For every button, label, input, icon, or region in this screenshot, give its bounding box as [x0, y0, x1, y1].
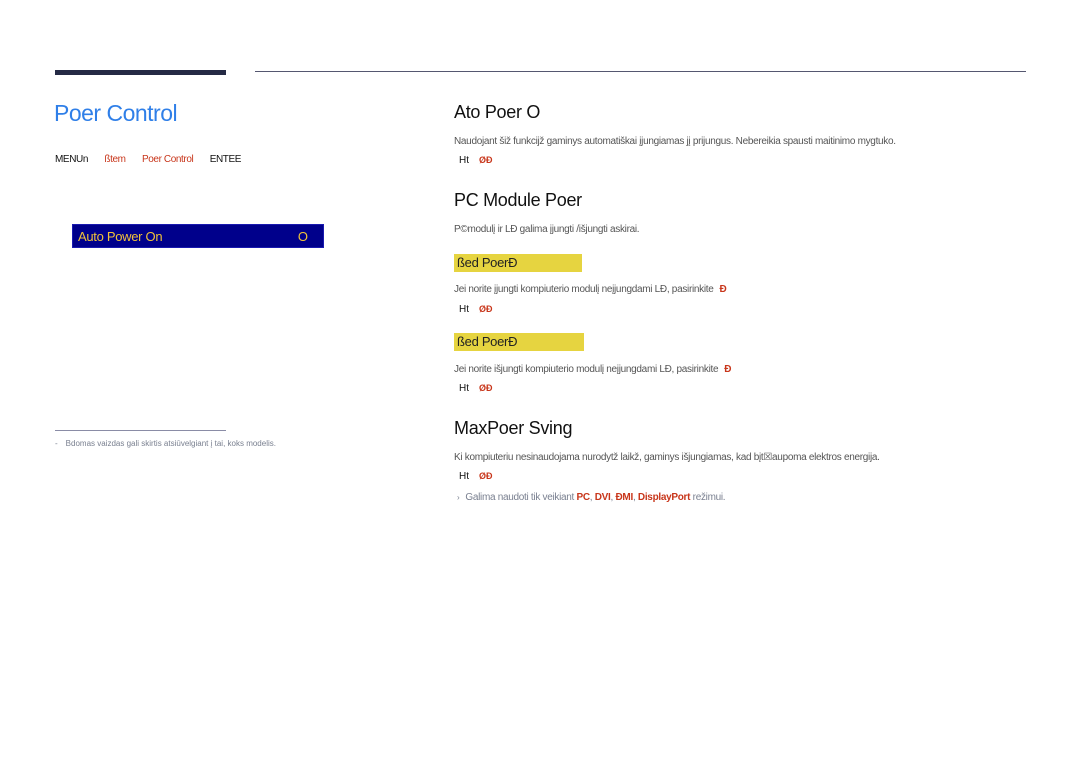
osd-menu-item-auto-power-on: Auto Power On O	[72, 224, 324, 248]
description-text: Jei norite išjungti kompiuterio modulį n…	[454, 364, 719, 375]
subsection-title-synced-power-off: ßed PoerÐ	[454, 333, 584, 351]
page-title: Poer Control	[54, 100, 178, 126]
subsection-title-synced-power-on: ßed PoerÐ	[454, 254, 582, 272]
auto-power-on-options: Ht ØĐ	[459, 155, 493, 166]
mode-dvi: DVI	[594, 492, 611, 503]
menu-path: MENUn ßtem Poer Control ENTEE	[55, 154, 255, 165]
selected-option: Ð	[719, 284, 727, 295]
description-text: Jei norite įjungti kompiuterio modulį ne…	[454, 284, 714, 295]
pc-module-power-description: P©modulį ir LÐ galima įjungti /išjungti …	[454, 224, 640, 235]
note-bullet: ›	[457, 493, 460, 502]
subsection-title-text: ßed PoerÐ	[457, 255, 518, 270]
synced-power-off-description: Jei norite išjungti kompiuterio modulį n…	[454, 364, 731, 375]
mode-pc: PC	[576, 492, 590, 503]
osd-value: O	[297, 229, 308, 244]
footnote-dash: -	[55, 439, 58, 448]
footnote-divider	[55, 430, 226, 431]
max-power-saving-description: Ki kompiuteriu nesinaudojama nurodytž la…	[454, 452, 880, 463]
options-label: Ht	[459, 304, 469, 315]
menu-path-step-system: ßtem	[104, 154, 126, 165]
selected-option: Ð	[724, 364, 732, 375]
options-values: ØĐ	[479, 383, 493, 393]
footnote-text: Bdomas vaizdas gali skirtis atsiūvelgian…	[65, 439, 276, 448]
mode-displayport: DisplayPort	[637, 492, 691, 503]
synced-power-off-options: Ht ØĐ	[459, 383, 493, 394]
max-power-saving-options: Ht ØĐ	[459, 471, 493, 482]
menu-path-step-menu: MENUn	[55, 154, 89, 165]
section-title-auto-power-on: Ato Poer O	[454, 102, 541, 122]
max-power-saving-note: › Galima naudoti tik veikiant PC, DVI, ÐM…	[457, 492, 726, 503]
note-suffix: režimui.	[692, 492, 726, 503]
options-values: ØĐ	[479, 155, 493, 165]
options-label: Ht	[459, 471, 469, 482]
header-accent-bar	[55, 70, 226, 75]
subsection-title-text: ßed PoerÐ	[457, 334, 518, 349]
section-title-pc-module-power: PC Module Poer	[454, 190, 582, 210]
synced-power-on-description: Jei norite įjungti kompiuterio modulį ne…	[454, 284, 727, 295]
options-label: Ht	[459, 383, 469, 394]
menu-path-step-enter: ENTEE	[209, 154, 242, 165]
auto-power-on-description: Naudojant šiž funkcijž gaminys automatiš…	[454, 136, 896, 147]
synced-power-on-options: Ht ØĐ	[459, 304, 493, 315]
options-values: ØĐ	[479, 471, 493, 481]
osd-label: Auto Power On	[78, 229, 163, 244]
note-prefix: Galima naudoti tik veikiant	[465, 492, 574, 503]
menu-path-step-power-control: Poer Control	[141, 154, 194, 165]
options-values: ØĐ	[479, 304, 493, 314]
options-label: Ht	[459, 155, 469, 166]
section-title-max-power-saving: MaxPoer Sving	[454, 418, 573, 438]
footnote: - Bdomas vaizdas gali skirtis atsiūvelgia…	[55, 439, 276, 448]
header-divider	[255, 71, 1026, 72]
mode-hdmi: ÐMI	[615, 492, 634, 503]
